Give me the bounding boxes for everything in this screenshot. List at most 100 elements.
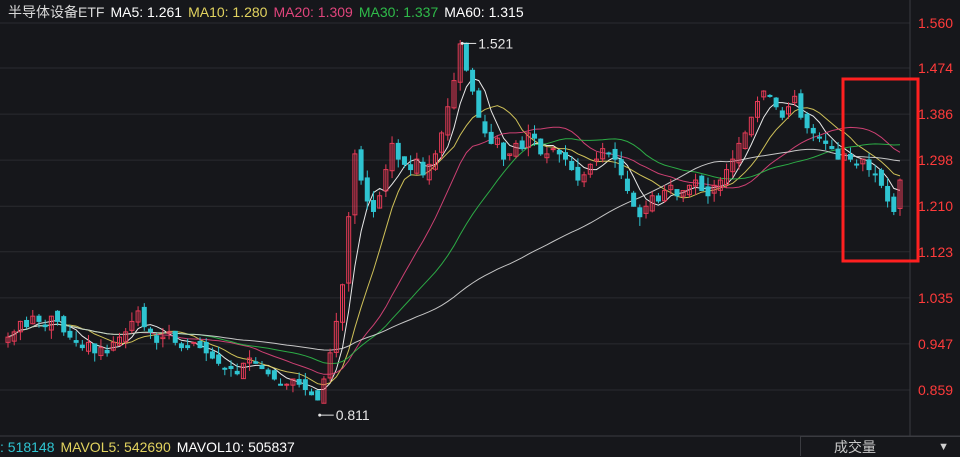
candle <box>445 98 451 141</box>
y-tick-label: 1.210 <box>918 198 953 214</box>
candle <box>891 193 897 216</box>
candle <box>216 346 222 366</box>
candle <box>11 329 17 346</box>
candle <box>98 339 104 361</box>
candlestick-chart: 1.560 1.474 1.386 1.298 1.210 1.123 1.035 0.947… <box>0 0 960 437</box>
candle <box>389 136 395 179</box>
candle <box>401 156 407 168</box>
volume-legend: : 518148 MAVOL5: 542690 MAVOL10: 505837 <box>0 439 301 455</box>
candle <box>705 177 711 204</box>
ma20-value: MA20: 1.309 <box>273 4 353 20</box>
indicator-label: 成交量 <box>834 439 876 455</box>
candle <box>686 184 692 198</box>
candle <box>488 123 494 145</box>
candle <box>699 174 705 192</box>
candle <box>178 341 184 352</box>
indicator-dropdown[interactable]: 成交量 ▼ <box>800 436 960 456</box>
candle <box>222 366 228 376</box>
moving-average-lines <box>7 77 901 390</box>
candle <box>166 324 172 340</box>
candle <box>829 139 835 150</box>
y-tick-label: 1.298 <box>918 152 953 168</box>
y-axis: 1.560 1.474 1.386 1.298 1.210 1.123 1.035 0.947… <box>918 15 953 398</box>
candle <box>55 310 61 326</box>
y-tick-label: 1.386 <box>918 106 953 122</box>
y-tick-label: 1.123 <box>918 244 953 260</box>
candle <box>513 140 519 159</box>
candle <box>333 312 339 358</box>
candle <box>525 124 531 157</box>
mavol5-value: MAVOL5: 542690 <box>60 439 171 455</box>
candle <box>271 369 277 381</box>
candle <box>854 159 860 169</box>
candle <box>810 124 816 142</box>
candle <box>315 389 321 401</box>
candle <box>761 90 767 101</box>
candle <box>92 343 98 362</box>
candle <box>48 315 54 339</box>
y-tick-label: 1.560 <box>918 15 953 31</box>
candle <box>587 163 593 178</box>
candle <box>878 168 884 189</box>
candle <box>86 335 92 355</box>
candle <box>724 163 730 189</box>
y-tick-label: 1.035 <box>918 290 953 306</box>
candle <box>538 138 544 156</box>
candle <box>885 177 891 208</box>
candle <box>61 314 67 336</box>
candle <box>129 312 135 334</box>
candle <box>575 158 581 186</box>
y-tick-label: 0.947 <box>918 336 953 352</box>
candle <box>519 136 525 151</box>
ma10-value: MA10: 1.280 <box>188 4 268 20</box>
candle <box>643 200 649 219</box>
candle <box>278 378 284 386</box>
candle <box>872 164 878 183</box>
candle <box>352 149 358 224</box>
y-tick-label: 1.474 <box>918 60 953 76</box>
ma5-value: MA5: 1.261 <box>110 4 183 20</box>
candle <box>507 153 513 161</box>
ma-legend: 半导体设备ETF MA5: 1.261 MA10: 1.280 MA20: 1.309… <box>8 2 530 22</box>
candles <box>5 40 903 404</box>
candle <box>693 173 699 196</box>
candle <box>123 328 129 349</box>
candle <box>779 107 785 121</box>
candle <box>835 142 841 160</box>
candle <box>501 141 507 166</box>
candle <box>742 130 748 150</box>
candle <box>674 189 680 201</box>
ma30-value: MA30: 1.337 <box>358 4 439 20</box>
candle <box>414 152 420 175</box>
candle <box>816 132 822 143</box>
price-annotations: 1.521 0.811 <box>318 35 513 423</box>
candle <box>5 332 11 348</box>
candle <box>711 179 717 202</box>
candle <box>327 348 333 382</box>
candle <box>135 306 141 327</box>
candle <box>457 40 463 91</box>
candle <box>358 145 364 185</box>
candle <box>42 319 48 332</box>
annotation-label: 1.521 <box>478 35 513 51</box>
annotation-label: 0.811 <box>336 407 370 423</box>
candle <box>141 303 147 331</box>
candle <box>581 171 587 188</box>
candle <box>30 309 36 325</box>
candle <box>494 136 500 149</box>
candle <box>470 67 476 95</box>
candle <box>154 333 160 350</box>
candle <box>253 357 259 364</box>
candle <box>637 204 643 226</box>
candle <box>860 158 866 172</box>
candle <box>265 367 271 377</box>
candle <box>340 283 345 331</box>
annotation-dot <box>460 41 464 45</box>
candle <box>730 150 736 178</box>
candle <box>395 139 401 168</box>
candle <box>408 155 414 176</box>
gridlines <box>0 0 960 437</box>
candle <box>79 340 85 351</box>
candle <box>823 133 829 150</box>
candle <box>624 170 630 194</box>
